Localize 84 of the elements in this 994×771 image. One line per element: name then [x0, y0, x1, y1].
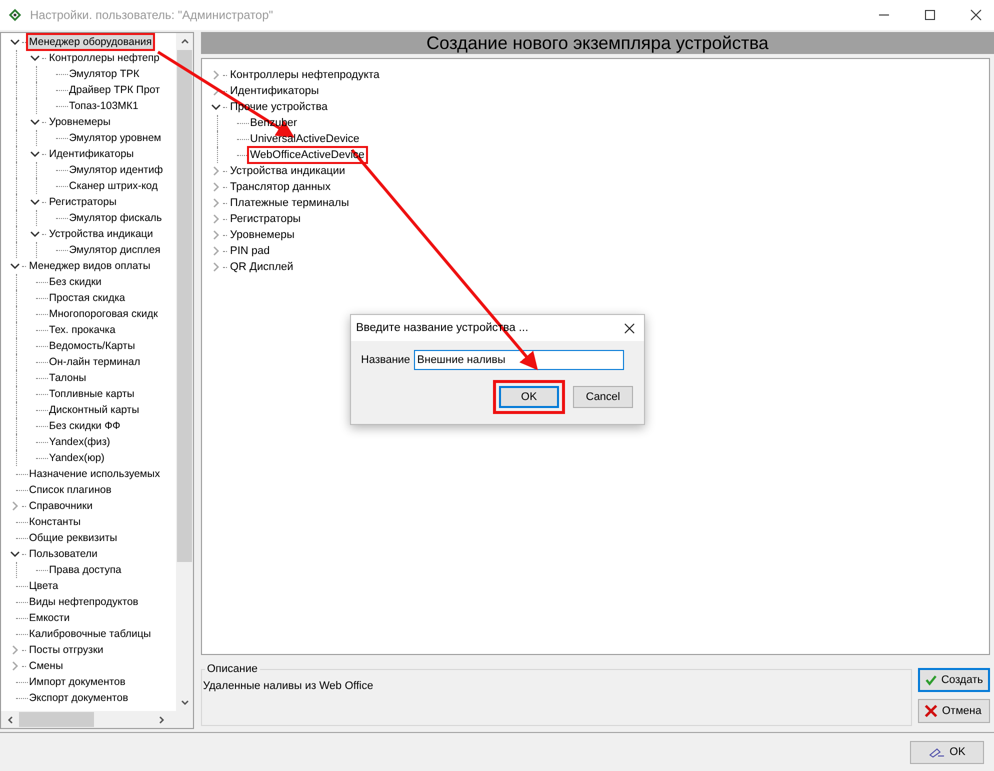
- tree-item[interactable]: Тех. прокачка: [48, 323, 116, 337]
- device-item[interactable]: PIN pad: [229, 244, 271, 258]
- collapse-chevron-icon[interactable]: [10, 37, 20, 47]
- tree-item[interactable]: Устройства индикаци: [48, 227, 154, 241]
- tree-item[interactable]: Контроллеры нефтепр: [48, 51, 161, 65]
- scroll-up-icon[interactable]: [180, 36, 190, 46]
- app-icon: [8, 8, 22, 22]
- tree-item[interactable]: Дисконтный карты: [48, 403, 140, 417]
- tree-item[interactable]: Многопороговая скидк: [48, 307, 159, 321]
- collapse-chevron-icon[interactable]: [211, 102, 221, 112]
- ok-button[interactable]: OK: [910, 740, 984, 764]
- collapse-chevron-icon[interactable]: [30, 53, 40, 63]
- cancel-button[interactable]: Cancel: [573, 386, 633, 408]
- collapse-chevron-icon[interactable]: [30, 149, 40, 159]
- horizontal-scrollbar[interactable]: [1, 711, 193, 728]
- name-input-field[interactable]: Внешние наливы: [414, 350, 624, 370]
- tree-item[interactable]: Константы: [28, 515, 82, 529]
- tree-item[interactable]: Yandex(физ): [48, 435, 112, 449]
- tree-item[interactable]: Общие реквизиты: [28, 531, 118, 545]
- tree-item[interactable]: Пользователи: [28, 547, 99, 561]
- tree-item[interactable]: Виды нефтепродуктов: [28, 595, 140, 609]
- collapse-chevron-icon[interactable]: [10, 261, 20, 271]
- tree-item[interactable]: Экспорт документов: [28, 691, 130, 705]
- tree-item[interactable]: Простая скидка: [48, 291, 126, 305]
- collapse-chevron-icon[interactable]: [10, 549, 20, 559]
- tree-item[interactable]: Без скидки: [48, 275, 103, 289]
- tree-item[interactable]: Права доступа: [48, 563, 122, 577]
- tree-item[interactable]: Yandex(юр): [48, 451, 106, 465]
- panel-title: Создание нового экземпляра устройства: [201, 32, 994, 54]
- tree-item[interactable]: Емкости: [28, 611, 71, 625]
- collapse-chevron-icon[interactable]: [30, 197, 40, 207]
- tree-item[interactable]: Эмулятор идентиф: [68, 163, 164, 177]
- tree-item[interactable]: Справочники: [28, 499, 94, 513]
- tree-item[interactable]: Топливные карты: [48, 387, 136, 401]
- tree-item[interactable]: Эмулятор уровнем: [68, 131, 162, 145]
- maximize-icon[interactable]: [924, 9, 936, 21]
- window-title: Настройки. пользователь: "Администратор": [30, 8, 274, 22]
- device-item[interactable]: Уровнемеры: [229, 228, 296, 242]
- scroll-right-icon[interactable]: [157, 714, 167, 724]
- tree-item[interactable]: Сканер штрих-код: [68, 179, 159, 193]
- tree-item[interactable]: Импорт документов: [28, 675, 126, 689]
- device-item[interactable]: UniversalActiveDevice: [249, 132, 360, 146]
- tree-item[interactable]: Эмулятор фискаль: [68, 211, 163, 225]
- tree-item[interactable]: Драйвер ТРК Прот: [68, 83, 161, 97]
- tree-item[interactable]: Калибровочные таблицы: [28, 627, 152, 641]
- device-item[interactable]: Транслятор данных: [229, 180, 332, 194]
- device-item[interactable]: Устройства индикации: [229, 164, 346, 178]
- tree-item[interactable]: Талоны: [48, 371, 88, 385]
- collapse-chevron-icon[interactable]: [30, 229, 40, 239]
- tree-item[interactable]: Идентификаторы: [48, 147, 135, 161]
- description-legend: Описание: [205, 663, 260, 675]
- tree-item[interactable]: Список плагинов: [28, 483, 112, 497]
- scroll-left-icon[interactable]: [5, 714, 15, 724]
- tree-item[interactable]: Топаз-103МК1: [68, 99, 140, 113]
- tree-item[interactable]: Без скидки ФФ: [48, 419, 122, 433]
- tree-item[interactable]: Уровнемеры: [48, 115, 112, 129]
- tree-item[interactable]: Он-лайн терминал: [48, 355, 142, 369]
- tree-item[interactable]: Менеджер оборудования: [28, 35, 153, 49]
- scroll-down-icon[interactable]: [180, 698, 190, 708]
- field-label: Название: [361, 354, 410, 366]
- vertical-scrollbar[interactable]: [176, 33, 193, 711]
- device-item[interactable]: Идентификаторы: [229, 84, 320, 98]
- ok-button[interactable]: OK: [499, 386, 559, 408]
- tree-item[interactable]: Цвета: [28, 579, 60, 593]
- tree-item[interactable]: Менеджер видов оплаты: [28, 259, 152, 273]
- tree-item[interactable]: Эмулятор ТРК: [68, 67, 140, 81]
- cancel-button[interactable]: Отмена: [918, 699, 990, 723]
- tree-item[interactable]: Эмулятор дисплея: [68, 243, 162, 257]
- tree-item[interactable]: Посты отгрузки: [28, 643, 104, 657]
- device-item[interactable]: QR Дисплей: [229, 260, 294, 274]
- device-item[interactable]: Платежные терминалы: [229, 196, 350, 210]
- device-item[interactable]: Контроллеры нефтепродукта: [229, 68, 381, 82]
- cross-icon: [924, 704, 938, 718]
- close-icon[interactable]: [624, 322, 635, 334]
- tree-item[interactable]: Смены: [28, 659, 64, 673]
- tree-item[interactable]: Регистраторы: [48, 195, 118, 209]
- device-item[interactable]: Регистраторы: [229, 212, 302, 226]
- tree-item[interactable]: Назначение используемых: [28, 467, 161, 481]
- close-icon[interactable]: [970, 9, 982, 21]
- description-text: Удаленные наливы из Web Office: [203, 680, 374, 692]
- create-button[interactable]: Создать: [918, 668, 990, 692]
- signature-icon: [928, 746, 945, 758]
- tree-item[interactable]: Ведомость/Карты: [48, 339, 136, 353]
- collapse-chevron-icon[interactable]: [30, 117, 40, 127]
